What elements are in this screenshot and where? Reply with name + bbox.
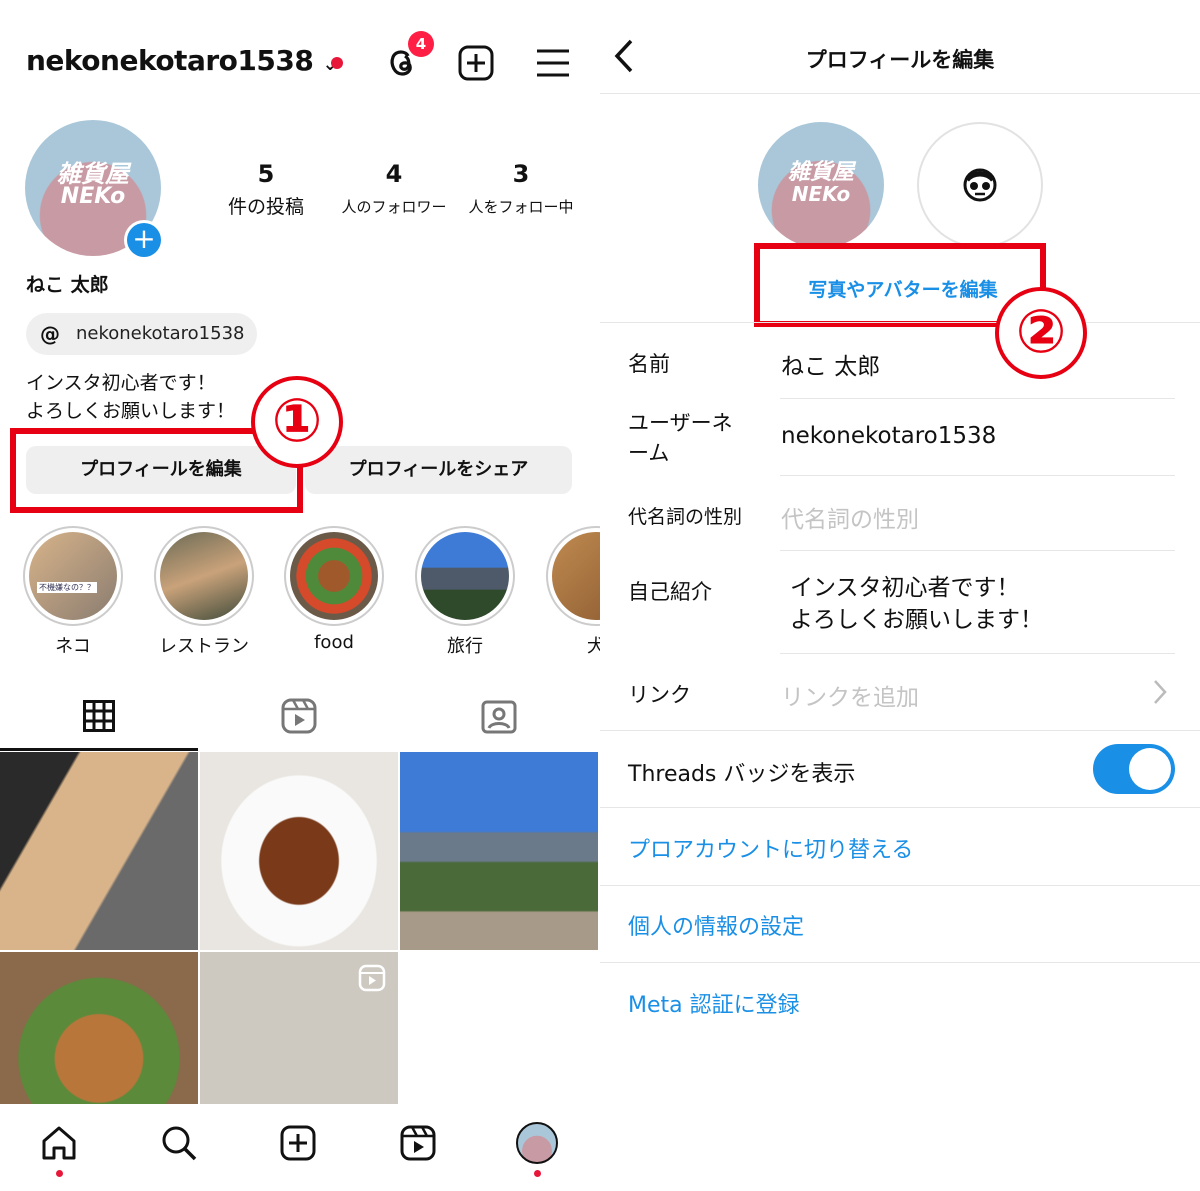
display-name: ねこ 太郎 — [26, 274, 109, 296]
avatar-face-icon — [963, 168, 997, 202]
divider — [600, 962, 1200, 963]
highlight-neko[interactable]: 不機嫌なの？？ — [23, 526, 123, 626]
profile-photo[interactable]: 雑貨屋 NEKo — [758, 122, 884, 248]
bio: インスタ初心者です！ よろしくお願いします！ — [26, 372, 236, 422]
switch-pro-account-link[interactable]: プロアカウントに切り替える — [628, 832, 913, 864]
stat-posts[interactable]: 5 件の投稿 — [196, 160, 336, 219]
field-label-bio: 自己紹介 — [628, 580, 712, 604]
nav-search[interactable] — [160, 1124, 198, 1166]
nav-profile[interactable] — [516, 1122, 558, 1164]
plus-icon: + — [127, 223, 161, 257]
plus-square-icon — [458, 45, 494, 81]
link-field[interactable]: リンクを追加 — [781, 678, 919, 712]
field-label-pronouns: 代名詞の性別 — [628, 506, 743, 528]
divider — [780, 475, 1175, 476]
tab-tagged[interactable] — [481, 698, 517, 738]
threads-handle-pill[interactable]: @ nekonekotaro1538 — [26, 313, 257, 355]
highlight-travel[interactable] — [415, 526, 515, 626]
highlight-food[interactable] — [284, 526, 384, 626]
field-label-username: ユーザーネーム — [628, 411, 733, 465]
account-switcher[interactable]: nekonekotaro1538 ⌄ — [26, 44, 338, 77]
search-icon — [162, 1126, 197, 1161]
reels-icon — [281, 698, 317, 734]
meta-verified-link[interactable]: Meta 認証に登録 — [628, 987, 800, 1019]
reels-icon — [400, 1125, 436, 1161]
personal-info-settings-link[interactable]: 個人の情報の設定 — [628, 909, 804, 941]
step-marker-1: ① — [251, 376, 343, 468]
divider — [600, 885, 1200, 886]
tagged-icon — [481, 700, 517, 734]
nav-create[interactable] — [280, 1125, 316, 1165]
active-tab-indicator — [0, 748, 198, 751]
highlight-restaurant[interactable] — [154, 526, 254, 626]
post-travel[interactable] — [400, 752, 598, 950]
create-button[interactable] — [458, 45, 494, 85]
field-label-name: 名前 — [628, 352, 670, 376]
divider — [600, 322, 1200, 323]
grid-icon — [83, 700, 115, 732]
threads-icon: @ — [40, 322, 60, 346]
add-story-button[interactable]: + — [124, 220, 164, 260]
field-label-link: リンク — [628, 683, 691, 707]
divider — [600, 807, 1200, 808]
reels-icon — [358, 964, 386, 992]
divider — [780, 398, 1175, 399]
toggle-knob — [1129, 748, 1171, 790]
tab-grid[interactable] — [83, 700, 115, 736]
home-icon — [42, 1126, 76, 1160]
divider — [600, 93, 1200, 94]
nav-reels[interactable] — [400, 1125, 436, 1165]
bio-field[interactable]: インスタ初心者です！ よろしくお願いします！ — [790, 572, 1043, 636]
post-reel[interactable] — [200, 952, 398, 1104]
stat-following[interactable]: 3 人をフォロー中 — [451, 160, 591, 217]
divider — [780, 653, 1175, 654]
profile-screen: nekonekotaro1538 ⌄ 4 雑貨屋 NEKo + 5 件の投稿 4人… — [0, 0, 600, 1191]
username-field[interactable]: nekonekotaro1538 — [781, 423, 996, 449]
avatar-option[interactable] — [917, 122, 1043, 248]
notification-dot — [534, 1170, 541, 1177]
chevron-right-icon — [1152, 678, 1168, 710]
page-title: プロフィールを編集 — [805, 48, 995, 72]
highlight-dog[interactable] — [546, 526, 600, 626]
divider — [780, 550, 1175, 551]
notification-dot — [331, 57, 343, 69]
hamburger-icon — [537, 49, 569, 77]
edit-profile-screen: プロフィールを編集 雑貨屋 NEKo 写真やアバターを編集 ② 名前 ねこ 太郎… — [600, 0, 1200, 1191]
threads-badge-toggle[interactable] — [1093, 744, 1175, 794]
nav-home[interactable] — [40, 1124, 78, 1166]
post-curry[interactable] — [200, 752, 398, 950]
name-field[interactable]: ねこ 太郎 — [781, 347, 880, 381]
share-profile-button[interactable]: プロフィールをシェア — [305, 446, 572, 494]
plus-square-icon — [280, 1125, 316, 1161]
notification-dot — [56, 1170, 63, 1177]
post-food-plate[interactable] — [0, 952, 198, 1104]
threads-badge-label: Threads バッジを表示 — [628, 762, 856, 787]
divider — [600, 730, 1200, 731]
post-cat[interactable] — [0, 752, 198, 950]
pronouns-field[interactable]: 代名詞の性別 — [781, 500, 919, 534]
tab-reels[interactable] — [281, 698, 317, 738]
threads-badge: 4 — [408, 31, 434, 57]
stat-followers[interactable]: 4 人のフォロワー — [324, 160, 464, 217]
step-marker-2: ② — [995, 287, 1087, 379]
menu-button[interactable] — [536, 47, 570, 83]
